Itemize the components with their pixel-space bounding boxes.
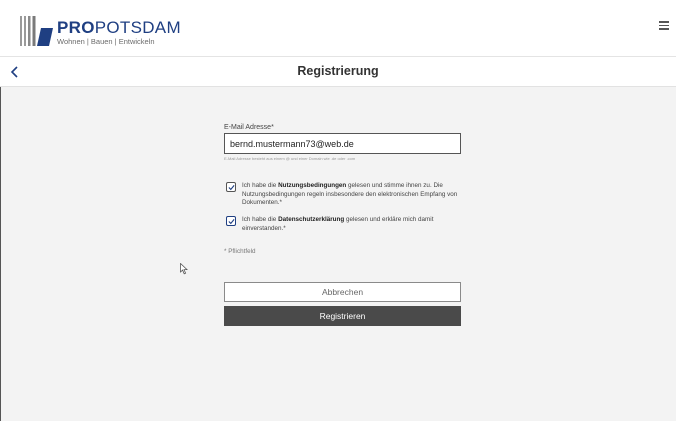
propotsdam-logo-icon	[20, 16, 53, 46]
brand-name: PROPOTSDAM	[57, 18, 181, 37]
email-hint: E-Mail Adresse besteht aus einem @ und e…	[224, 156, 356, 161]
page-title: Registrierung	[297, 64, 379, 78]
logo-wordmark: PROPOTSDAM Wohnen | Bauen | Entwickeln	[57, 19, 181, 46]
checkmark-icon	[228, 219, 235, 225]
cancel-button[interactable]: Abbrechen	[224, 282, 461, 302]
register-button[interactable]: Registrieren	[224, 306, 461, 326]
privacy-checkbox[interactable]	[226, 216, 236, 226]
propotsdam-logo[interactable]: PROPOTSDAM Wohnen | Bauen | Entwickeln	[19, 14, 181, 48]
privacy-link[interactable]: Datenschutzerklärung	[278, 216, 344, 223]
terms-checkbox-label: Ich habe die Nutzungsbedingungen gelesen…	[242, 182, 458, 206]
app-header: PROPOTSDAM Wohnen | Bauen | Entwickeln	[0, 0, 676, 57]
window-edge	[0, 87, 1, 421]
title-bar: Registrierung	[0, 57, 676, 87]
mouse-cursor-icon	[180, 263, 188, 275]
brand-tagline: Wohnen | Bauen | Entwickeln	[57, 37, 155, 46]
checkmark-icon	[228, 185, 235, 191]
privacy-checkbox-label: Ich habe die Datenschutzerklärung gelese…	[242, 216, 434, 232]
terms-link[interactable]: Nutzungsbedingungen	[278, 182, 346, 189]
email-label: E-Mail Adresse*	[224, 124, 274, 131]
hamburger-menu-icon[interactable]	[659, 21, 669, 30]
email-field[interactable]	[224, 133, 461, 154]
required-field-note: * Pflichtfeld	[224, 248, 256, 255]
terms-checkbox[interactable]	[226, 182, 236, 192]
